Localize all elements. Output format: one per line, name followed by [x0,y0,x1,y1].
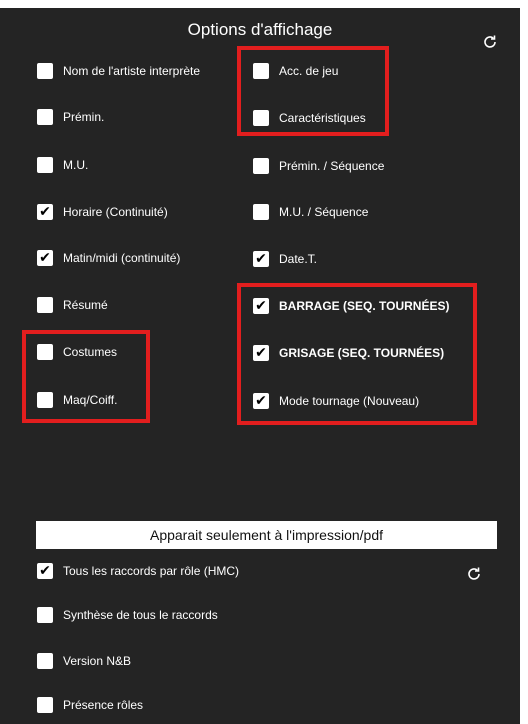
checkbox[interactable]: ✔ [253,392,269,409]
checkbox[interactable] [37,63,53,79]
checkbox[interactable] [37,344,53,360]
option-shooting-mode[interactable]: ✔ Mode tournage (Nouveau) [253,392,420,409]
checkbox[interactable] [253,63,269,79]
option-label: Matin/midi (continuité) [63,251,181,265]
panel-title: Options d'affichage [187,20,333,39]
option-premin-sequence[interactable]: Prémin. / Séquence [253,158,384,174]
option-label: Horaire (Continuité) [63,205,168,219]
checkbox[interactable] [37,392,53,408]
checkmark-icon [253,203,269,219]
checkbox[interactable]: ✔ [37,203,53,220]
display-options-panel: Options d'affichage Nom de l'artiste int… [0,8,520,724]
option-label: Tous les raccords par rôle (HMC) [63,564,240,578]
option-label: Maq/Coiff. [63,393,118,407]
option-acc-de-jeu[interactable]: Acc. de jeu [253,63,338,79]
refresh-icon[interactable] [482,34,498,50]
checkbox[interactable] [253,158,269,174]
option-mu-sequence[interactable]: M.U. / Séquence [253,204,368,220]
checkbox[interactable] [37,157,53,173]
checkmark-icon: ✔ [39,562,51,578]
option-label: M.U. / Séquence [279,205,369,219]
checkmark-icon [37,606,53,622]
option-label: Prémin. / Séquence [279,159,385,173]
option-barrage[interactable]: ✔ BARRAGE (SEQ. TOURNÉES) [253,297,450,314]
option-label: Date.T. [279,252,318,266]
checkmark-icon: ✔ [255,392,267,408]
option-label: Présence rôles [63,698,144,712]
checkbox[interactable] [37,109,53,125]
option-label: Version N&B [63,654,132,668]
option-schedule-continuity[interactable]: ✔ Horaire (Continuité) [37,203,168,220]
checkmark-icon [253,157,269,173]
checkbox[interactable] [253,204,269,220]
option-label: GRISAGE (SEQ. TOURNÉES) [279,346,445,360]
checkmark-icon [37,343,53,359]
checkmark-icon: ✔ [255,344,267,360]
refresh-icon[interactable] [466,566,482,582]
checkbox[interactable]: ✔ [37,249,53,266]
checkmark-icon [37,696,53,712]
checkbox[interactable] [37,697,53,713]
option-label: M.U. [63,158,89,172]
checkmark-icon [37,652,53,668]
option-all-continuity-by-role[interactable]: ✔ Tous les raccords par rôle (HMC) [37,562,240,579]
option-label: Prémin. [63,110,105,124]
option-label: Costumes [63,345,118,359]
option-mu[interactable]: M.U. [37,157,88,173]
option-grisage[interactable]: ✔ GRISAGE (SEQ. TOURNÉES) [253,344,445,361]
checkmark-icon: ✔ [255,250,267,266]
checkmark-icon [37,296,53,312]
option-summary[interactable]: Résumé [37,297,108,313]
checkmark-icon [37,108,53,124]
option-date-t[interactable]: ✔ Date.T. [253,250,318,267]
checkmark-icon [37,62,53,78]
checkbox[interactable]: ✔ [37,562,53,579]
checkbox[interactable]: ✔ [253,297,269,314]
option-label: Nom de l'artiste interprète [63,64,201,78]
option-role-presence[interactable]: Présence rôles [37,697,143,713]
option-makeup-hair[interactable]: Maq/Coiff. [37,392,117,408]
option-label: Acc. de jeu [279,64,339,78]
option-synthesis-continuity[interactable]: Synthèse de tous le raccords [37,607,218,623]
checkbox[interactable] [37,653,53,669]
checkmark-icon [37,391,53,407]
checkbox[interactable]: ✔ [253,250,269,267]
checkbox[interactable] [37,607,53,623]
option-label: BARRAGE (SEQ. TOURNÉES) [279,299,450,313]
option-premin[interactable]: Prémin. [37,109,104,125]
checkmark-icon: ✔ [39,203,51,219]
option-bw-version[interactable]: Version N&B [37,653,131,669]
checkmark-icon: ✔ [39,249,51,265]
checkbox[interactable]: ✔ [253,344,269,361]
print-only-banner: Apparait seulement à l'impression/pdf [36,521,497,549]
checkmark-icon [37,156,53,172]
checkbox[interactable] [37,297,53,313]
option-characteristics[interactable]: Caractéristiques [253,110,366,126]
checkmark-icon [253,109,269,125]
option-label: Caractéristiques [279,111,366,125]
option-costumes[interactable]: Costumes [37,344,117,360]
option-label: Mode tournage (Nouveau) [279,394,420,408]
checkmark-icon [253,62,269,78]
option-morning-noon[interactable]: ✔ Matin/midi (continuité) [37,249,181,266]
checkmark-icon: ✔ [255,297,267,313]
option-label: Résumé [63,298,108,312]
option-artist-name[interactable]: Nom de l'artiste interprète [37,63,200,79]
checkbox[interactable] [253,110,269,126]
option-label: Synthèse de tous le raccords [63,608,218,622]
